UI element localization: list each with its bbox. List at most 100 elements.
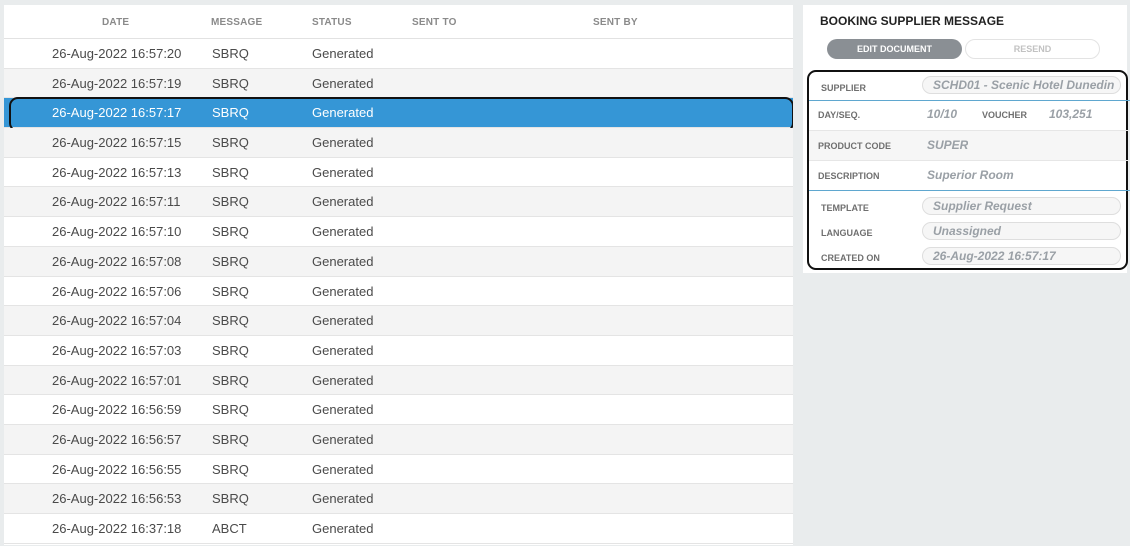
status-cell: Generated xyxy=(312,194,374,210)
table-row[interactable]: 26-Aug-2022 16:56:57 SBRQ Generated xyxy=(4,424,793,455)
message-cell: SBRQ xyxy=(212,372,249,388)
status-cell: Generated xyxy=(312,283,374,299)
description-label: DESCRIPTION xyxy=(818,171,880,181)
table-row[interactable]: 26-Aug-2022 16:57:01 SBRQ Generated xyxy=(4,365,793,396)
message-cell: ABCT xyxy=(212,521,247,536)
message-cell: SBRQ xyxy=(212,402,249,418)
booking-supplier-message-panel: BOOKING SUPPLIER MESSAGE EDIT DOCUMENT R… xyxy=(803,5,1130,273)
table-row[interactable]: 26-Aug-2022 16:37:18 ABCT Generated xyxy=(4,514,793,544)
table-row[interactable]: 26-Aug-2022 16:57:19 SBRQ Generated xyxy=(4,68,793,99)
status-cell: Generated xyxy=(312,253,374,269)
language-field: Unassigned xyxy=(922,222,1121,240)
table-row[interactable]: 26-Aug-2022 16:56:59 SBRQ Generated xyxy=(4,395,793,425)
date-cell: 26-Aug-2022 16:57:11 xyxy=(52,194,181,210)
dayseq-label: DAY/SEQ. xyxy=(818,110,861,120)
product-code-value: SUPER xyxy=(927,138,969,152)
column-header-sent-to[interactable]: SENT TO xyxy=(412,17,457,28)
status-cell: Generated xyxy=(312,105,374,121)
status-cell: Generated xyxy=(312,521,374,536)
message-cell: SBRQ xyxy=(212,491,249,507)
table-row[interactable]: 26-Aug-2022 16:57:11 SBRQ Generated xyxy=(4,187,793,218)
date-cell: 26-Aug-2022 16:56:55 xyxy=(52,461,182,477)
message-cell: SBRQ xyxy=(212,283,249,299)
message-cell: SBRQ xyxy=(212,224,249,240)
date-cell: 26-Aug-2022 16:57:13 xyxy=(52,164,182,180)
column-header-sent-by[interactable]: SENT BY xyxy=(593,17,638,28)
status-cell: Generated xyxy=(312,402,374,418)
supplier-label: SUPPLIER xyxy=(821,83,867,93)
column-header-date[interactable]: DATE xyxy=(102,17,129,28)
status-cell: Generated xyxy=(312,46,374,61)
description-value: Superior Room xyxy=(927,168,1014,182)
date-cell: 26-Aug-2022 16:57:08 xyxy=(52,253,182,269)
date-cell: 26-Aug-2022 16:57:15 xyxy=(52,135,182,151)
date-cell: 26-Aug-2022 16:37:18 xyxy=(52,521,182,536)
table-row[interactable]: 26-Aug-2022 16:57:10 SBRQ Generated xyxy=(4,217,793,247)
message-cell: SBRQ xyxy=(212,253,249,269)
date-cell: 26-Aug-2022 16:57:10 xyxy=(52,224,182,240)
table-row[interactable]: 26-Aug-2022 16:56:55 SBRQ Generated xyxy=(4,455,793,485)
date-cell: 26-Aug-2022 16:57:20 xyxy=(52,46,182,61)
grid-body: 26-Aug-2022 16:57:20 SBRQ Generated 26-Aug-… xyxy=(4,39,793,544)
date-cell: 26-Aug-2022 16:56:57 xyxy=(52,431,182,447)
status-cell: Generated xyxy=(312,372,374,388)
divider xyxy=(809,100,1130,101)
table-row[interactable]: 26-Aug-2022 16:57:03 SBRQ Generated xyxy=(4,336,793,366)
template-value: Supplier Request xyxy=(933,199,1032,213)
status-cell: Generated xyxy=(312,135,374,151)
column-header-message[interactable]: MESSAGE xyxy=(211,17,262,28)
product-code-label: PRODUCT CODE xyxy=(818,141,892,151)
date-cell: 26-Aug-2022 16:57:17 xyxy=(52,105,182,121)
message-cell: SBRQ xyxy=(212,342,249,358)
supplier-field: SCHD01 - Scenic Hotel Dunedin xyxy=(922,76,1121,94)
message-cell: SBRQ xyxy=(212,135,249,151)
divider xyxy=(809,160,1130,161)
edit-document-button[interactable]: EDIT DOCUMENT xyxy=(827,39,962,59)
message-details: SUPPLIER SCHD01 - Scenic Hotel Dunedin D… xyxy=(807,70,1130,270)
date-cell: 26-Aug-2022 16:57:06 xyxy=(52,283,182,299)
template-label: TEMPLATE xyxy=(821,203,869,213)
status-cell: Generated xyxy=(312,461,374,477)
table-row[interactable]: 26-Aug-2022 16:56:53 SBRQ Generated xyxy=(4,484,793,514)
status-cell: Generated xyxy=(312,491,374,507)
table-row[interactable]: 26-Aug-2022 16:57:04 SBRQ Generated xyxy=(4,306,793,336)
message-cell: SBRQ xyxy=(212,46,249,61)
column-header-status[interactable]: STATUS xyxy=(312,17,352,28)
date-cell: 26-Aug-2022 16:57:04 xyxy=(52,313,182,329)
voucher-label: VOUCHER xyxy=(982,110,1028,120)
message-cell: SBRQ xyxy=(212,105,249,121)
message-grid: DATE MESSAGE STATUS SENT TO SENT BY 26-A… xyxy=(4,5,793,545)
table-row[interactable]: 26-Aug-2022 16:57:15 SBRQ Generated xyxy=(4,128,793,158)
status-cell: Generated xyxy=(312,431,374,447)
table-row[interactable]: 26-Aug-2022 16:57:20 SBRQ Generated xyxy=(4,39,793,69)
status-cell: Generated xyxy=(312,164,374,180)
message-cell: SBRQ xyxy=(212,461,249,477)
date-cell: 26-Aug-2022 16:57:03 xyxy=(52,342,182,358)
created-on-value: 26-Aug-2022 16:57:17 xyxy=(933,249,1056,263)
created-on-field: 26-Aug-2022 16:57:17 xyxy=(922,247,1121,265)
message-cell: SBRQ xyxy=(212,431,249,447)
status-cell: Generated xyxy=(312,313,374,329)
status-cell: Generated xyxy=(312,342,374,358)
dayseq-value: 10/10 xyxy=(927,107,958,121)
date-cell: 26-Aug-2022 16:56:59 xyxy=(52,402,182,418)
divider xyxy=(809,190,1130,191)
message-cell: SBRQ xyxy=(212,313,249,329)
resend-button[interactable]: RESEND xyxy=(965,39,1100,59)
table-row[interactable]: 26-Aug-2022 16:57:13 SBRQ Generated xyxy=(4,158,793,188)
status-cell: Generated xyxy=(312,224,374,240)
date-cell: 26-Aug-2022 16:57:01 xyxy=(52,372,182,388)
date-cell: 26-Aug-2022 16:57:19 xyxy=(52,75,182,91)
date-cell: 26-Aug-2022 16:56:53 xyxy=(52,491,182,507)
message-cell: SBRQ xyxy=(212,194,249,210)
table-row[interactable]: 26-Aug-2022 16:57:08 SBRQ Generated xyxy=(4,246,793,277)
grid-header: DATE MESSAGE STATUS SENT TO SENT BY xyxy=(4,5,793,39)
voucher-value: 103,251 xyxy=(1049,107,1093,121)
message-cell: SBRQ xyxy=(212,164,249,180)
table-row-selected[interactable]: 26-Aug-2022 16:57:17 SBRQ Generated xyxy=(4,97,793,133)
table-row[interactable]: 26-Aug-2022 16:57:06 SBRQ Generated xyxy=(4,277,793,307)
status-cell: Generated xyxy=(312,75,374,91)
created-on-label: CREATED ON xyxy=(821,253,880,263)
supplier-value: SCHD01 - Scenic Hotel Dunedin xyxy=(933,78,1115,92)
language-value: Unassigned xyxy=(933,224,1002,238)
